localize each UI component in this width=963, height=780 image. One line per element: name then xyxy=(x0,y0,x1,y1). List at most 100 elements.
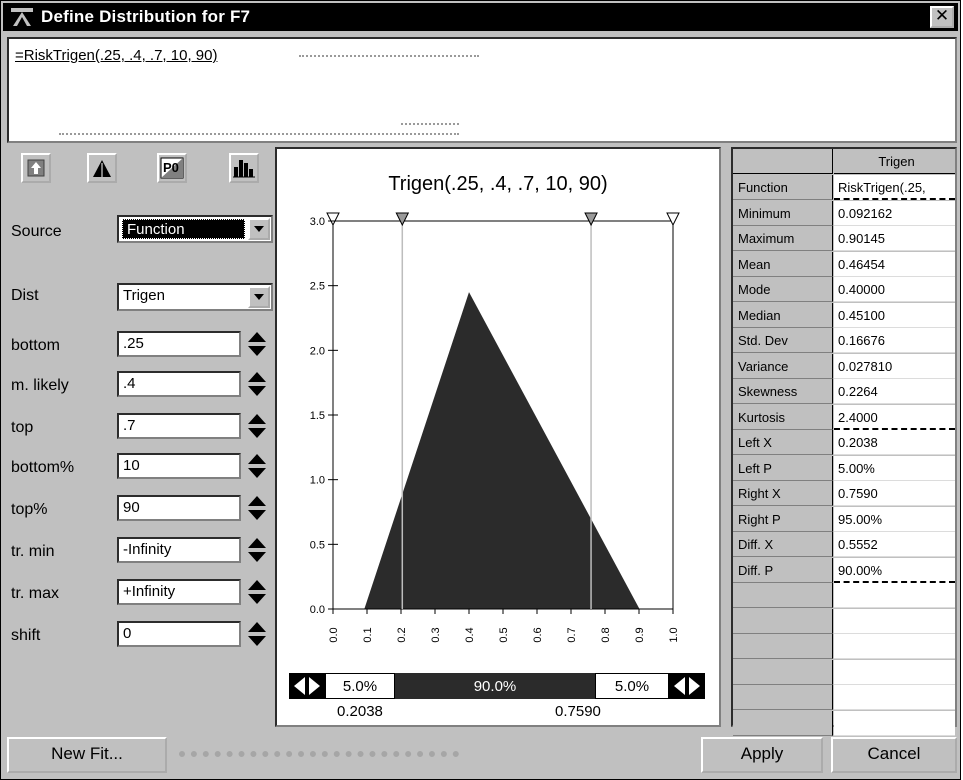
table-row[interactable] xyxy=(733,634,955,659)
delimiter-marker[interactable] xyxy=(666,212,680,227)
apply-button[interactable]: Apply xyxy=(701,737,823,773)
spinner-arrows-icon[interactable] xyxy=(247,371,267,397)
table-row[interactable]: Variance 0.027810 xyxy=(733,353,955,379)
new-fit-button[interactable]: New Fit... xyxy=(7,737,167,773)
stat-value xyxy=(834,659,955,685)
delimiter-marker[interactable] xyxy=(326,212,340,227)
table-corner xyxy=(733,149,833,174)
table-row[interactable]: Minimum 0.092162 xyxy=(733,200,955,226)
table-row[interactable]: Function RiskTrigen(.25, xyxy=(733,175,955,200)
table-row[interactable]: Maximum 0.90145 xyxy=(733,226,955,251)
column-header[interactable]: Trigen xyxy=(834,149,955,174)
y-tick-label: 2.0 xyxy=(310,345,325,357)
spinner-arrows-icon[interactable] xyxy=(247,331,267,357)
table-row[interactable]: Diff. X 0.5552 xyxy=(733,532,955,557)
app-icon xyxy=(11,8,33,26)
param-label: bottom xyxy=(11,337,60,354)
stat-label: Diff. P xyxy=(733,557,833,583)
table-row[interactable] xyxy=(733,659,955,685)
source-value: Function xyxy=(122,219,245,239)
table-row[interactable]: Right P 95.00% xyxy=(733,506,955,532)
param-input[interactable]: 0 xyxy=(117,621,241,647)
table-row[interactable]: Median 0.45100 xyxy=(733,302,955,328)
stat-value: 0.027810 xyxy=(834,353,955,379)
formula-text: =RiskTrigen(.25, .4, .7, 10, 90) xyxy=(15,47,218,64)
param-input[interactable]: .4 xyxy=(117,371,241,397)
table-row[interactable] xyxy=(733,608,955,634)
stat-label: Mode xyxy=(733,277,833,302)
stat-label: Diff. X xyxy=(733,532,833,557)
spinner-arrows-icon[interactable] xyxy=(247,579,267,605)
table-row[interactable]: Right X 0.7590 xyxy=(733,481,955,506)
stat-value: 0.092162 xyxy=(834,200,955,226)
right-delimiter-button[interactable] xyxy=(669,673,705,699)
stat-value xyxy=(834,608,955,634)
probability-bar[interactable]: 5.0% 90.0% 5.0% xyxy=(289,673,705,699)
table-row[interactable]: Std. Dev 0.16676 xyxy=(733,328,955,353)
stat-value: 90.00% xyxy=(834,557,955,583)
param-input[interactable]: .25 xyxy=(117,331,241,357)
spinner-arrows-icon[interactable] xyxy=(247,621,267,647)
table-row[interactable]: Diff. P 90.00% xyxy=(733,557,955,583)
table-row[interactable]: Left P 5.00% xyxy=(733,455,955,481)
table-row[interactable]: Left X 0.2038 xyxy=(733,430,955,455)
dist-select[interactable]: Trigen xyxy=(117,283,273,311)
stat-value xyxy=(834,710,955,736)
stat-value: 5.00% xyxy=(834,455,955,481)
spinner-arrows-icon[interactable] xyxy=(247,537,267,563)
dist-value: Trigen xyxy=(123,287,165,304)
stat-label: Median xyxy=(733,302,833,328)
table-row[interactable] xyxy=(733,685,955,710)
formula-dots xyxy=(299,55,479,57)
source-label: Source xyxy=(11,223,62,240)
x-tick-label: 0.4 xyxy=(464,627,476,642)
param-value: +Infinity xyxy=(123,583,176,600)
formula-input[interactable]: =RiskTrigen(.25, .4, .7, 10, 90) xyxy=(7,37,957,143)
table-row[interactable] xyxy=(733,710,955,736)
param-value: .7 xyxy=(123,417,136,434)
table-row[interactable]: Mean 0.46454 xyxy=(733,251,955,277)
table-row[interactable] xyxy=(733,583,955,608)
stat-value: 0.46454 xyxy=(834,251,955,277)
copy-up-button[interactable] xyxy=(21,153,51,183)
table-row[interactable]: Mode 0.40000 xyxy=(733,277,955,302)
p0-button[interactable]: P0 xyxy=(157,153,187,183)
stat-value: 2.4000 xyxy=(834,404,955,430)
left-delimiter-button[interactable] xyxy=(289,673,325,699)
param-value: -Infinity xyxy=(123,541,172,558)
param-input[interactable]: .7 xyxy=(117,413,241,439)
table-row[interactable]: Kurtosis 2.4000 xyxy=(733,404,955,430)
stat-label: Maximum xyxy=(733,226,833,251)
source-select[interactable]: Function xyxy=(117,215,273,243)
param-input[interactable]: 90 xyxy=(117,495,241,521)
stat-label: Left X xyxy=(733,430,833,455)
stat-label: Skewness xyxy=(733,379,833,404)
x-tick-label: 0.5 xyxy=(498,627,510,642)
param-input[interactable]: 10 xyxy=(117,453,241,479)
spinner-arrows-icon[interactable] xyxy=(247,495,267,521)
spinner-arrows-icon[interactable] xyxy=(247,453,267,479)
stat-label: Function xyxy=(733,175,833,200)
distribution-button[interactable] xyxy=(87,153,117,183)
left-right-arrow-icon xyxy=(294,677,320,695)
param-input[interactable]: +Infinity xyxy=(117,579,241,605)
close-button[interactable]: ✕ xyxy=(930,6,954,28)
source-dropdown-button[interactable] xyxy=(248,218,270,240)
y-tick-label: 0.5 xyxy=(310,539,325,551)
table-row[interactable]: Skewness 0.2264 xyxy=(733,379,955,404)
x-tick-label: 1.0 xyxy=(668,627,680,642)
spinner-arrows-icon[interactable] xyxy=(247,413,267,439)
stat-value: 0.40000 xyxy=(834,277,955,302)
stat-label: Variance xyxy=(733,353,833,379)
dist-dropdown-button[interactable] xyxy=(248,286,270,308)
stat-label xyxy=(733,710,833,736)
param-input[interactable]: -Infinity xyxy=(117,537,241,563)
title-bar[interactable]: Define Distribution for F7 ✕ xyxy=(3,3,958,31)
delimiter-marker[interactable] xyxy=(584,212,598,227)
define-distribution-window: Define Distribution for F7 ✕ =RiskTrigen… xyxy=(0,0,961,780)
distribution-chart[interactable]: 0.0 0.5 1.0 1.5 2.0 2.5 3.0 0.0 0.1 0.2 0.3 0.4 0.5 0… xyxy=(277,149,719,669)
delimiter-marker[interactable] xyxy=(395,212,410,227)
histogram-button[interactable] xyxy=(229,153,259,183)
cancel-button[interactable]: Cancel xyxy=(831,737,957,773)
stat-label: Kurtosis xyxy=(733,404,833,430)
